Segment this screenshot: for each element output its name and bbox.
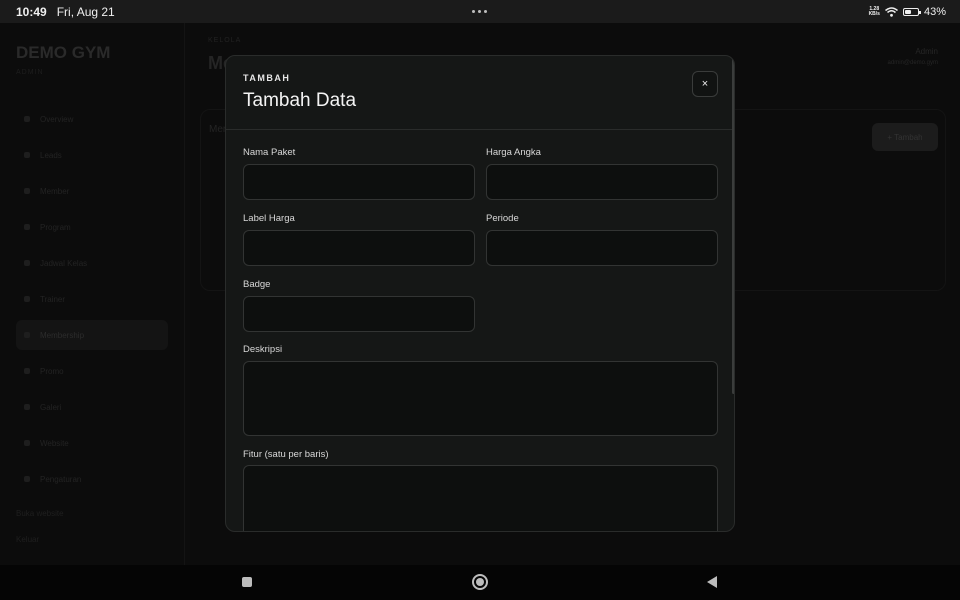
logout-link[interactable]: Keluar <box>16 535 39 544</box>
nama-paket-field: Nama Paket <box>243 147 295 158</box>
battery-percent: 43% <box>923 5 946 18</box>
close-button[interactable]: × <box>692 71 718 97</box>
close-icon: × <box>701 78 709 90</box>
nav-item-icon <box>24 476 30 482</box>
nav-item-icon <box>24 404 30 410</box>
harga-angka-field: Harga Angka <box>486 147 541 158</box>
sidebar-item-trainer[interactable]: Trainer <box>16 284 168 314</box>
sidebar-item-overview[interactable]: Overview <box>16 104 168 134</box>
harga-angka-input[interactable] <box>486 164 718 200</box>
sidebar-item-label: Trainer <box>40 294 66 304</box>
harga-angka-label: Harga Angka <box>486 147 541 158</box>
sidebar-item-label: Member <box>40 186 70 196</box>
sidebar-item-label: Jadwal Kelas <box>40 258 88 268</box>
badge-input[interactable] <box>243 296 475 332</box>
sidebar-item-membership[interactable]: Membership <box>16 320 168 350</box>
modal-header: TAMBAH Tambah Data × <box>226 56 734 130</box>
nav-item-icon <box>24 332 30 338</box>
modal-title: Tambah Data <box>243 90 357 111</box>
sidebar-item-pengaturan[interactable]: Pengaturan <box>16 464 168 494</box>
deskripsi-label: Deskripsi <box>243 344 283 355</box>
system-nav-bar <box>0 565 960 600</box>
sidebar-item-leads[interactable]: Leads <box>16 140 168 170</box>
sidebar-item-label: Website <box>40 438 69 448</box>
deskripsi-field: Deskripsi <box>243 344 282 355</box>
nav-item-icon <box>24 368 30 374</box>
user-name: Admin <box>915 47 938 56</box>
nav-item-icon <box>24 188 30 194</box>
recents-icon[interactable] <box>242 577 252 587</box>
sidebar-item-galeri[interactable]: Galeri <box>16 392 168 422</box>
modal-eyebrow: TAMBAH <box>243 73 291 83</box>
nama-paket-label: Nama Paket <box>243 147 296 158</box>
more-dots-icon[interactable] <box>472 10 487 13</box>
label-harga-field: Label Harga <box>243 213 295 224</box>
sidebar-item-label: Galeri <box>40 402 62 412</box>
nav-item-icon <box>24 116 30 122</box>
nama-paket-input[interactable] <box>243 164 475 200</box>
home-icon[interactable] <box>472 574 488 590</box>
status-date: Fri, Aug 21 <box>56 4 115 19</box>
sidebar-item-jadwal-kelas[interactable]: Jadwal Kelas <box>16 248 168 278</box>
badge-label: Badge <box>243 279 271 290</box>
sidebar-item-member[interactable]: Member <box>16 176 168 206</box>
sidebar: DEMO GYM ADMIN Overview Leads Member Progra… <box>0 23 185 565</box>
label-harga-label: Label Harga <box>243 213 295 224</box>
brand-subtitle: ADMIN <box>16 69 44 76</box>
fitur-label: Fitur (satu per baris) <box>243 449 329 460</box>
sidebar-nav: Overview Leads Member Program Jadwal Kelas Tr… <box>16 104 168 494</box>
nav-item-icon <box>24 440 30 446</box>
fitur-textarea[interactable] <box>243 465 718 531</box>
status-time: 10:49 <box>16 4 47 19</box>
back-icon[interactable] <box>707 576 717 588</box>
nav-item-icon <box>24 152 30 158</box>
sidebar-item-promo[interactable]: Promo <box>16 356 168 386</box>
sidebar-item-label: Overview <box>40 114 74 124</box>
breadcrumb: KELOLA <box>208 37 242 44</box>
periode-label: Periode <box>486 213 519 224</box>
badge-field: Badge <box>243 279 270 290</box>
add-data-modal: TAMBAH Tambah Data × Nama Paket Harga An… <box>225 55 735 532</box>
modal-scrollbar[interactable] <box>732 56 734 394</box>
user-email: admin@demo.gym <box>887 60 938 66</box>
sidebar-item-label: Program <box>40 222 71 232</box>
label-harga-input[interactable] <box>243 230 475 266</box>
sidebar-item-program[interactable]: Program <box>16 212 168 242</box>
periode-input[interactable] <box>486 230 718 266</box>
nav-item-icon <box>24 224 30 230</box>
fitur-field: Fitur (satu per baris) <box>243 449 329 460</box>
status-bar: 10:49 Fri, Aug 21 1.28 KB/s 43% <box>0 0 960 23</box>
sidebar-item-website[interactable]: Website <box>16 428 168 458</box>
sidebar-item-label: Promo <box>40 366 64 376</box>
add-button[interactable]: + Tambah <box>872 123 938 151</box>
battery-icon <box>902 7 921 16</box>
wifi-icon <box>884 6 898 17</box>
deskripsi-textarea[interactable] <box>243 361 718 436</box>
sidebar-item-label: Pengaturan <box>40 474 82 484</box>
periode-field: Periode <box>486 213 519 224</box>
nav-item-icon <box>24 296 30 302</box>
sidebar-item-label: Leads <box>40 150 62 160</box>
nav-item-icon <box>24 260 30 266</box>
brand-name: DEMO GYM <box>16 43 111 62</box>
sidebar-item-label: Membership <box>40 330 85 340</box>
user-menu[interactable]: Admin admin@demo.gym <box>888 47 938 66</box>
open-website-link[interactable]: Buka website <box>16 509 64 518</box>
network-speed: 1.28 KB/s <box>868 5 880 17</box>
